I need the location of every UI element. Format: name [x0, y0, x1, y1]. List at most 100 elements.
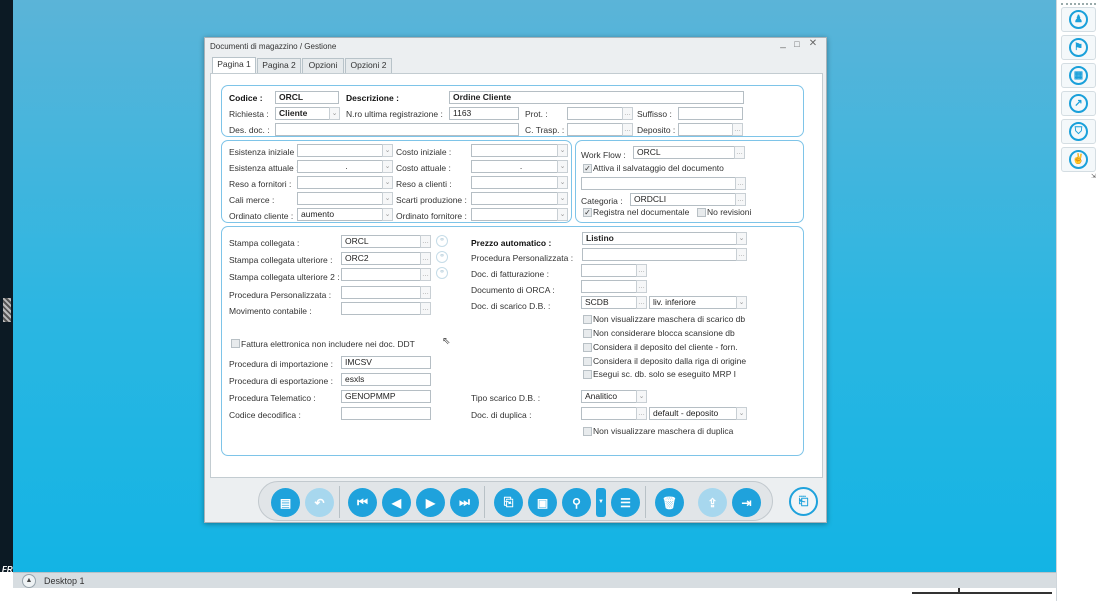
chevron-down-icon[interactable]: ⌄ [636, 390, 647, 403]
attiva-checkbox[interactable]: ✓ [583, 164, 592, 173]
proc-pers-r-field[interactable] [582, 248, 747, 261]
splitter-handle[interactable] [3, 298, 11, 322]
list-button[interactable]: ☰ [611, 488, 640, 517]
workflow-field[interactable]: ORCL [633, 146, 745, 159]
costo-iniziale-select[interactable] [471, 144, 568, 157]
chevron-down-icon[interactable]: … [735, 177, 746, 190]
zoom-slider-thumb[interactable] [958, 588, 960, 594]
desdoc-field[interactable] [275, 123, 519, 136]
chevron-down-icon[interactable]: … [732, 123, 743, 136]
chevron-down-icon[interactable]: ⌄ [557, 160, 568, 173]
chevron-down-icon[interactable]: ⌄ [382, 160, 393, 173]
liv-select[interactable]: liv. inferiore [649, 296, 747, 309]
chk3-checkbox[interactable] [583, 343, 592, 352]
chevron-down-icon[interactable]: … [736, 248, 747, 261]
taskbar-up-button[interactable]: ▲ [22, 574, 36, 588]
search-options-button[interactable]: ▼ [596, 488, 606, 517]
tab-pagina-1[interactable]: Pagina 1 [212, 57, 256, 74]
exit-button[interactable]: ⇥ [732, 488, 761, 517]
share-button[interactable]: ↗ [1061, 91, 1096, 116]
ordinato-cliente-select[interactable]: aumento [297, 208, 393, 221]
prezzo-auto-select[interactable]: Listino [582, 232, 747, 245]
chevron-down-icon[interactable]: … [420, 286, 431, 299]
stampa-collegata-field[interactable]: ORCL [341, 235, 431, 248]
next-record-button[interactable]: ▶ [416, 488, 445, 517]
descrizione-field[interactable]: Ordine Cliente [449, 91, 744, 104]
close-button[interactable]: ✕ [806, 38, 820, 49]
proc-import-field[interactable]: IMCSV [341, 356, 431, 369]
chevron-down-icon[interactable]: ⌄ [736, 232, 747, 245]
export-button[interactable]: ⇪ [698, 488, 727, 517]
flags-button[interactable]: ⚑ [1061, 35, 1096, 60]
link-icon[interactable]: ⚭ [436, 235, 448, 247]
reso-fornitori-select[interactable] [297, 176, 393, 189]
link-icon[interactable]: ⚭ [436, 251, 448, 263]
categoria-field[interactable]: ORDCLI [630, 193, 746, 206]
desktop-label[interactable]: Desktop 1 [44, 576, 85, 586]
stampa-ulteriore-field[interactable]: ORC2 [341, 252, 431, 265]
chk4-checkbox[interactable] [583, 357, 592, 366]
costo-attuale-select[interactable]: . [471, 160, 568, 173]
proc-export-field[interactable]: esxls [341, 373, 431, 386]
user-button[interactable]: ♟ [1061, 7, 1096, 32]
chk1-checkbox[interactable] [583, 315, 592, 324]
copy-document-button[interactable]: ⎘ [494, 488, 523, 517]
fattura-checkbox[interactable] [231, 339, 240, 348]
chevron-down-icon[interactable]: ⌄ [736, 407, 747, 420]
esistenza-attuale-select[interactable]: . [297, 160, 393, 173]
chevron-down-icon[interactable]: … [420, 235, 431, 248]
tab-pagina-2[interactable]: Pagina 2 [257, 58, 301, 73]
maximize-button[interactable]: □ [790, 39, 804, 49]
esistenza-iniziale-select[interactable] [297, 144, 393, 157]
chevron-down-icon[interactable]: … [636, 296, 647, 309]
chevron-down-icon[interactable]: … [735, 193, 746, 206]
previous-record-button[interactable]: ◀ [382, 488, 411, 517]
chevron-down-icon[interactable]: … [420, 268, 431, 281]
movimento-field[interactable] [341, 302, 431, 315]
last-record-button[interactable]: ⏭ [450, 488, 479, 517]
tab-opzioni-2[interactable]: Opzioni 2 [345, 58, 392, 73]
chevron-down-icon[interactable]: … [636, 407, 647, 420]
chevron-down-icon[interactable]: … [420, 252, 431, 265]
like-button[interactable]: ✌ [1061, 147, 1096, 172]
apps-button[interactable]: ▦ [1061, 63, 1096, 88]
undo-button[interactable]: ↶ [305, 488, 334, 517]
chevron-down-icon[interactable]: ⌄ [557, 208, 568, 221]
chevron-down-icon[interactable]: … [734, 146, 745, 159]
tab-opzioni[interactable]: Opzioni [302, 58, 344, 73]
proc-pers-field[interactable] [341, 286, 431, 299]
workflow-extra-field[interactable] [581, 177, 746, 190]
attachments-button[interactable]: ⎗ [789, 487, 818, 516]
chevron-down-icon[interactable]: … [622, 123, 633, 136]
reso-clienti-select[interactable] [471, 176, 568, 189]
proc-tele-field[interactable]: GENOPMMP [341, 390, 431, 403]
chevron-down-icon[interactable]: ⌄ [382, 192, 393, 205]
chevron-down-icon[interactable]: ⌄ [736, 296, 747, 309]
suffisso-field[interactable] [678, 107, 743, 120]
stampa-ulteriore2-field[interactable] [341, 268, 431, 281]
cali-merce-select[interactable] [297, 192, 393, 205]
chevron-down-icon[interactable]: ⌄ [557, 144, 568, 157]
registra-checkbox[interactable]: ✓ [583, 208, 592, 217]
chevron-down-icon[interactable]: ⌄ [329, 107, 340, 120]
chevron-down-icon[interactable]: ⌄ [557, 176, 568, 189]
codice-decodifica-field[interactable] [341, 407, 431, 420]
chk6-checkbox[interactable] [583, 427, 592, 436]
link-icon[interactable]: ⚭ [436, 267, 448, 279]
save-button[interactable]: ▣ [528, 488, 557, 517]
chk5-checkbox[interactable] [583, 370, 592, 379]
chevron-down-icon[interactable]: ⌄ [382, 144, 393, 157]
expand-icon[interactable]: ⇲ [1091, 173, 1096, 180]
chevron-down-icon[interactable]: ⌄ [382, 176, 393, 189]
chevron-down-icon[interactable]: … [636, 264, 647, 277]
delete-button[interactable]: 🗑 [655, 488, 684, 517]
chevron-down-icon[interactable]: … [420, 302, 431, 315]
ordinato-fornitore-select[interactable] [471, 208, 568, 221]
chevron-down-icon[interactable]: ⌄ [557, 192, 568, 205]
minimize-button[interactable]: _ [776, 38, 790, 49]
search-button[interactable]: ⚲ [562, 488, 591, 517]
duplica-select[interactable]: default - deposito [649, 407, 747, 420]
zoom-slider[interactable] [912, 588, 1052, 594]
chk2-checkbox[interactable] [583, 329, 592, 338]
first-record-button[interactable]: ⏮ [348, 488, 377, 517]
